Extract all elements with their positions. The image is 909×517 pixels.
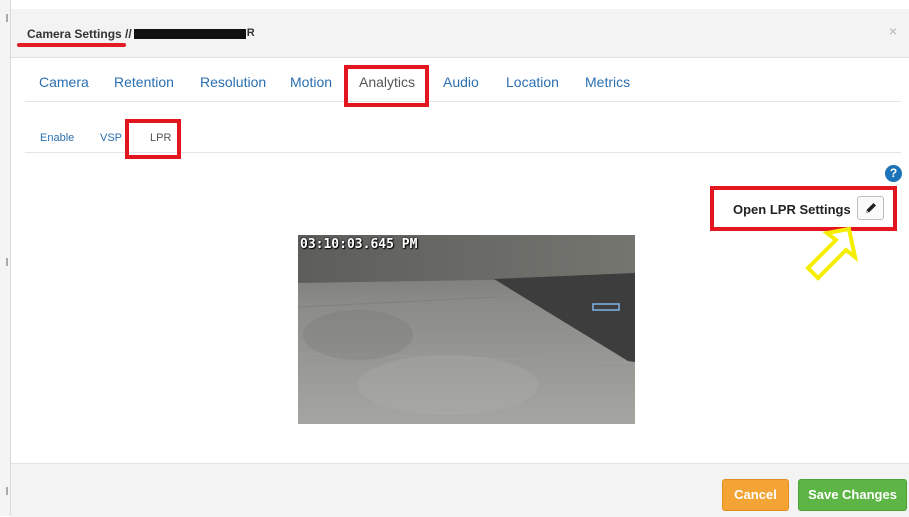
cancel-button[interactable]: Cancel [722, 479, 789, 511]
subtab-vsp[interactable]: VSP [100, 132, 122, 144]
tab-camera[interactable]: Camera [39, 74, 89, 90]
close-icon[interactable]: × [889, 23, 897, 39]
title-underline-annotation [17, 43, 126, 47]
camera-preview: 03:10:03.645 PM [298, 235, 635, 424]
edge-tick [6, 258, 8, 266]
camera-frame-image [298, 235, 635, 424]
tab-retention[interactable]: Retention [114, 74, 174, 90]
open-lpr-settings-label: Open LPR Settings [733, 202, 851, 217]
dialog-header: Camera Settings // × [11, 9, 909, 58]
tab-resolution[interactable]: Resolution [200, 74, 266, 90]
redacted-camera-name [133, 27, 255, 39]
save-changes-button[interactable]: Save Changes [798, 479, 907, 511]
dialog-title-text: Camera Settings // [27, 27, 132, 41]
subtab-enable[interactable]: Enable [40, 132, 74, 144]
tab-metrics[interactable]: Metrics [585, 74, 630, 90]
settings-tabs: Camera Retention Resolution Motion Analy… [25, 65, 901, 102]
dialog-footer: Cancel Save Changes [11, 463, 909, 517]
camera-settings-dialog: Camera Settings // × Camera Retention Re… [11, 9, 909, 517]
pencil-icon [866, 203, 876, 213]
tab-location[interactable]: Location [506, 74, 559, 90]
arrow-annotation-icon [805, 226, 859, 281]
tab-motion[interactable]: Motion [290, 74, 332, 90]
camera-timestamp: 03:10:03.645 PM [300, 237, 418, 252]
dialog-title: Camera Settings // [27, 27, 255, 41]
background-window-edge [0, 0, 11, 516]
open-lpr-settings-button[interactable] [857, 196, 884, 220]
tab-audio[interactable]: Audio [443, 74, 479, 90]
help-icon[interactable]: ? [885, 165, 902, 182]
analytics-tab-highlight [344, 65, 429, 107]
edge-tick [6, 14, 8, 22]
lpr-subtab-highlight [125, 119, 181, 159]
edge-tick [6, 487, 8, 495]
